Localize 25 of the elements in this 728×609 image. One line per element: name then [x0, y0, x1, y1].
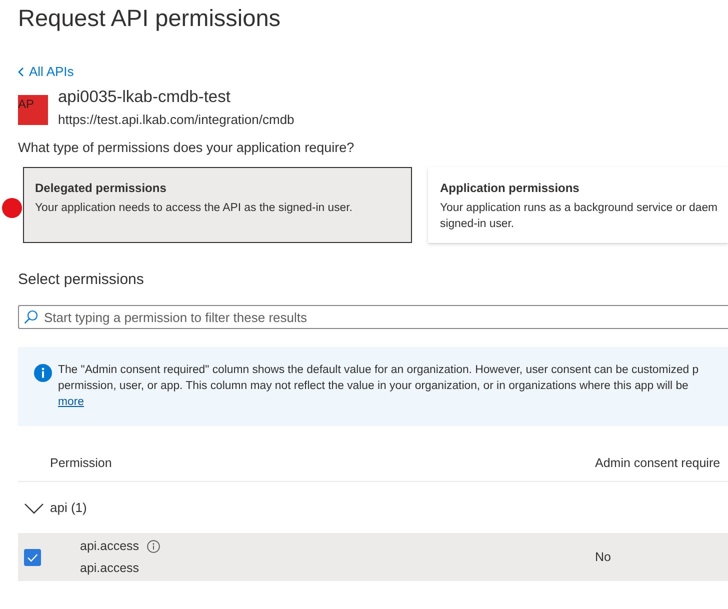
section-heading: Select permissions [18, 270, 144, 290]
admin-consent-value: No [595, 550, 611, 564]
back-link[interactable]: All APIs [18, 64, 74, 80]
question-text: What type of permissions does your application require? [18, 139, 354, 157]
permission-row[interactable]: api.access api.access No [18, 533, 728, 581]
group-toggle[interactable]: api (1) [24, 498, 87, 518]
column-header: Admin consent require [595, 456, 720, 470]
info-message: The "Admin consent required" column shows the default value for an organization. However, user consent can be customized p permission, user, or app. This column may not reflect the value in your organization, or in organizations where this app will be more [58, 363, 699, 410]
column-header: Permission [50, 456, 112, 470]
search-field[interactable]: Start typing a permission to filter these results [18, 305, 728, 329]
info-icon [34, 364, 52, 382]
learn-more-link[interactable]: more [58, 396, 84, 408]
api-name: api0035-lkab-cmdb-test [58, 87, 230, 108]
info-icon[interactable] [147, 540, 160, 552]
api-avatar: AP [18, 95, 48, 125]
search-icon [24, 310, 38, 324]
permission-description: api.access [80, 560, 140, 577]
api-url: https://test.api.lkab.com/integration/cmdb [58, 112, 294, 128]
annotation-dot-icon [2, 198, 22, 218]
page-title: Request API permissions [18, 4, 281, 33]
chevron-left-icon [18, 67, 24, 77]
permission-type-option[interactable]: Application permissions Your application runs as a background service or daem signed-in user. [428, 167, 728, 243]
permission-name: api.access [80, 538, 140, 555]
checkbox[interactable] [24, 548, 41, 566]
permission-type-option[interactable]: Delegated permissions Your application needs to access the API as the signed-in user. [23, 167, 412, 243]
